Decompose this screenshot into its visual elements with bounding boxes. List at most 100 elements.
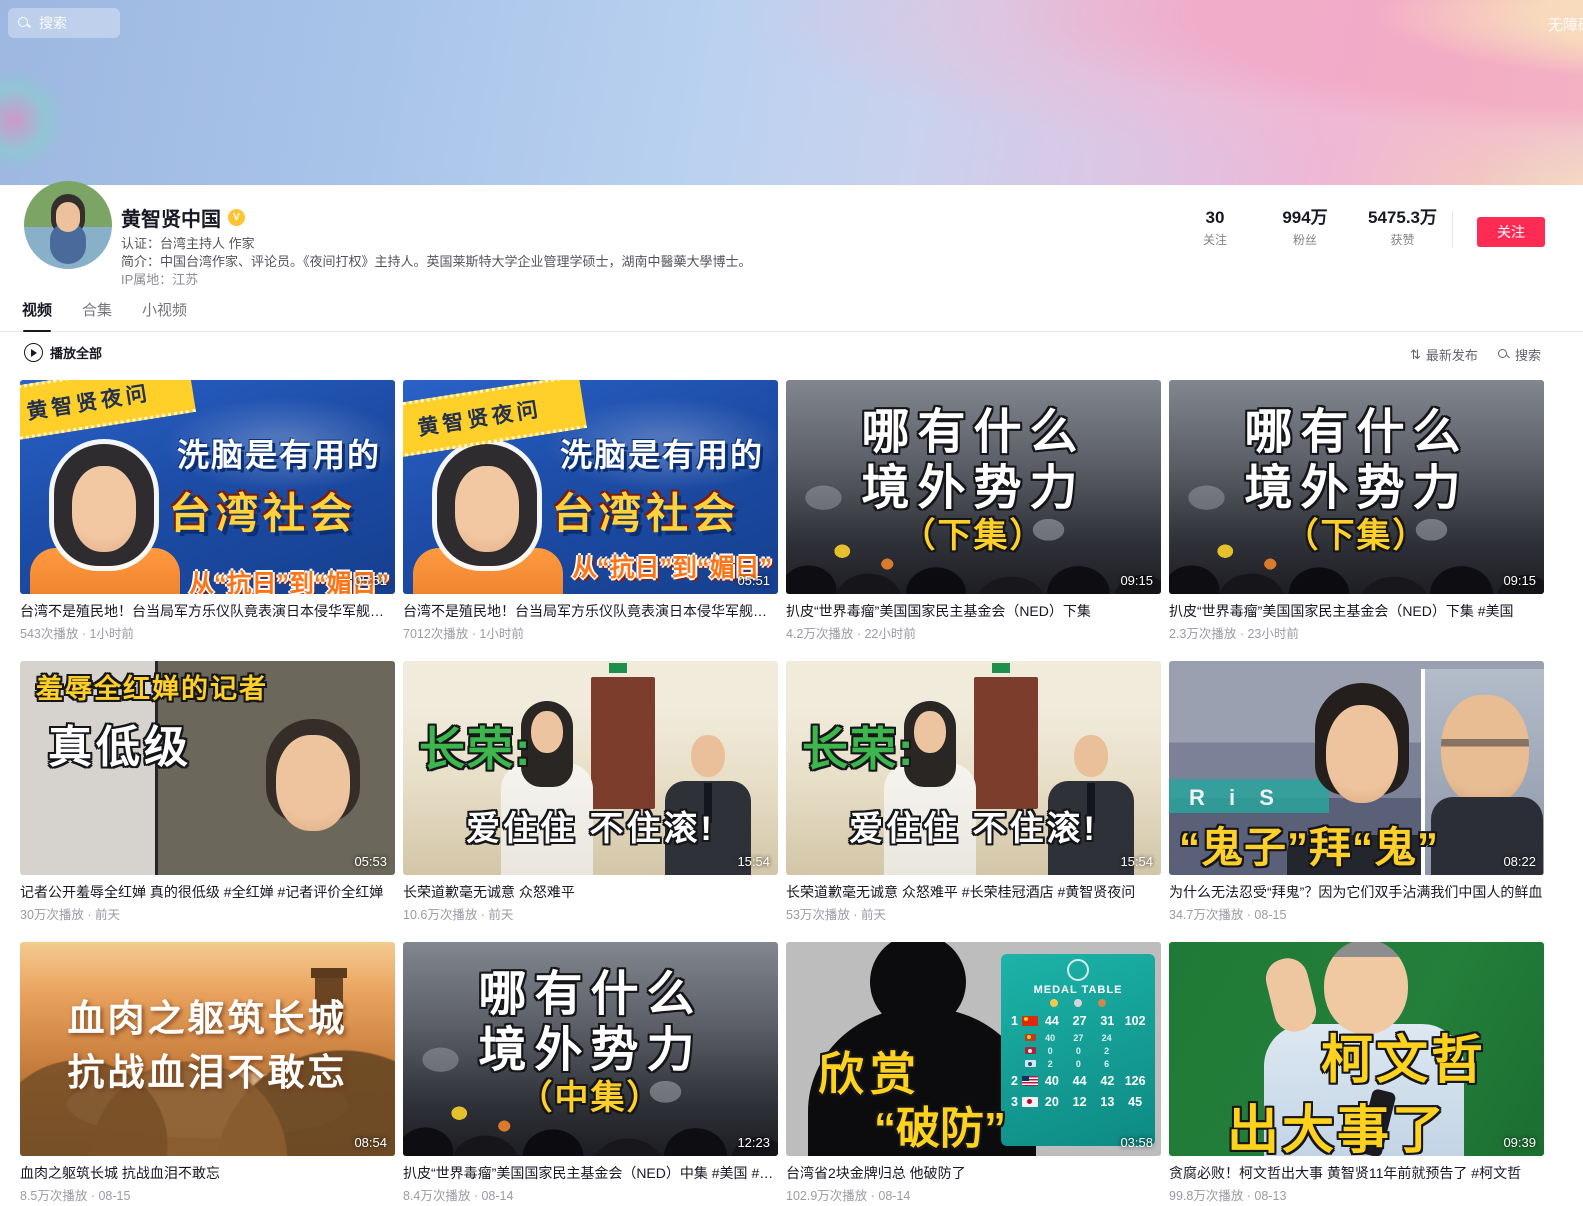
video-card[interactable]: 欣赏“破防”MEDAL TABLE14427311024027240022062… (786, 942, 1161, 1204)
stat-获赞: 5475.3万获赞 (1368, 208, 1437, 248)
video-grid: 黄智贤夜问洗脑是有用的台湾社会从“抗日”到“媚日”05:51台湾不是殖民地！台当… (20, 380, 1544, 1204)
flag-icon-hk (1025, 1047, 1036, 1054)
video-card[interactable]: 羞辱全红婵的记者真低级05:53 记者公开羞辱全红婵 真的很低级 #全红婵 #记者… (20, 661, 395, 923)
medal-count: 40 (1036, 1033, 1064, 1043)
follow-button[interactable]: 关注 (1477, 217, 1545, 247)
video-thumbnail: 羞辱全红婵的记者真低级05:53 (20, 661, 395, 875)
medal-count: 0 (1064, 1059, 1092, 1069)
thumbnail-overlay-text: “鬼子”拜“鬼” (1179, 814, 1439, 875)
thumbnail-overlay-text: 爱住住 不住滚! (786, 801, 1161, 850)
stat-value: 5475.3万 (1368, 208, 1437, 228)
search-input[interactable] (37, 14, 111, 32)
thumbnail-overlay-text: 血肉之躯筑长城 (20, 988, 395, 1042)
certification-text: 认证：台湾主持人 作家 (121, 233, 255, 252)
accessibility-link[interactable]: 无障碍 (1548, 14, 1583, 35)
medal-count: 44 (1038, 1014, 1066, 1028)
video-meta: 99.8万次播放 · 08-13 (1169, 1185, 1544, 1204)
medal-row: 320121345 (1007, 1091, 1149, 1112)
video-meta: 34.7万次播放 · 08-15 (1169, 904, 1544, 923)
thumbnail-overlay-text: R i S (1189, 785, 1283, 811)
medal-count: 12 (1066, 1095, 1094, 1109)
medal-count: 102 (1121, 1014, 1149, 1028)
medal-row: 2404442126 (1007, 1070, 1149, 1091)
video-card[interactable]: 哪有什么境外势力（中集）12:23扒皮“世界毒瘤”美国国家民主基金会（NED）中… (403, 942, 778, 1204)
flag-icon-us (1022, 1076, 1038, 1086)
tab-合集[interactable]: 合集 (82, 299, 112, 332)
top-search-box[interactable] (8, 8, 120, 38)
medal-dot-icon (1050, 999, 1058, 1007)
thumbnail-overlay-text: 台湾社会 (552, 480, 740, 541)
video-card[interactable]: 长荣:爱住住 不住滚!15:54长荣道歉毫无诚意 众怒难平 #长荣桂冠酒店 #黄… (786, 661, 1161, 923)
medal-count: 45 (1121, 1095, 1149, 1109)
video-meta: 2.3万次播放 · 23小时前 (1169, 623, 1544, 642)
video-card[interactable]: 黄智贤夜问洗脑是有用的台湾社会从“抗日”到“媚日”05:51台湾不是殖民地！台当… (403, 380, 778, 642)
duration-badge: 15:54 (737, 854, 770, 869)
medal-count: 0 (1036, 1046, 1064, 1056)
search-icon (1498, 349, 1510, 361)
flag-icon-jp (1022, 1097, 1038, 1107)
medal-icons (1007, 999, 1149, 1007)
video-thumbnail: 哪有什么境外势力（中集）12:23 (403, 942, 778, 1156)
video-card[interactable]: 血肉之躯筑长城抗战血泪不敢忘08:54血肉之躯筑长城 抗战血泪不敢忘8.5万次播… (20, 942, 395, 1204)
ip-location-text: IP属地：江苏 (121, 269, 198, 288)
search-icon (18, 17, 31, 30)
stat-value: 30 (1188, 208, 1242, 228)
thumbnail-overlay-text: “破防” (874, 1092, 1006, 1156)
avatar[interactable] (24, 181, 112, 269)
video-card[interactable]: 哪有什么境外势力（下集）09:15扒皮“世界毒瘤”美国国家民主基金会（NED）下… (786, 380, 1161, 642)
medal-dot-icon (1098, 999, 1106, 1007)
video-card[interactable]: 柯文哲出大事了09:39贪腐必败！柯文哲出大事 黄智贤11年前就预告了 #柯文哲… (1169, 942, 1544, 1204)
medal-rank: 2 (1007, 1074, 1022, 1088)
video-meta: 102.9万次播放 · 08-14 (786, 1185, 1161, 1204)
thumbnail-overlay-text: 洗脑是有用的 (560, 430, 764, 476)
video-title: 扒皮“世界毒瘤”美国国家民主基金会（NED）下集 #美国 (1169, 601, 1544, 621)
video-title: 扒皮“世界毒瘤”美国国家民主基金会（NED）下集 (786, 601, 1161, 621)
tab-小视频[interactable]: 小视频 (142, 299, 187, 332)
stat-关注: 30 关注 (1188, 208, 1242, 248)
stat-粉丝: 994万粉丝 (1278, 208, 1332, 248)
medal-count: 126 (1121, 1074, 1149, 1088)
profile-banner (0, 0, 1583, 185)
duration-badge: 09:39 (1503, 1135, 1536, 1150)
video-card[interactable]: 长荣:爱住住 不住滚!15:54长荣道歉毫无诚意 众怒难平10.6万次播放 · … (403, 661, 778, 923)
video-title: 台湾省2块金牌归总 他破防了 (786, 1163, 1161, 1183)
medal-count: 24 (1093, 1033, 1121, 1043)
video-title: 台湾不是殖民地！台当局军方乐仪队竟表演日本侵华军舰进行曲 (403, 601, 778, 621)
video-title: 血肉之躯筑长城 抗战血泪不敢忘 (20, 1163, 395, 1183)
video-thumbnail: 长荣:爱住住 不住滚!15:54 (786, 661, 1161, 875)
tab-视频[interactable]: 视频 (22, 299, 52, 332)
profile-stats: 30 关注 994万粉丝 5475.3万获赞 (1188, 208, 1437, 248)
medal-table-title: MEDAL TABLE (1007, 984, 1149, 996)
video-card[interactable]: R i S “鬼子”拜“鬼” 08:22 为什么无法忍受“拜鬼”？因为它们双手沾满我们… (1169, 661, 1544, 923)
duration-badge: 08:22 (1503, 854, 1536, 869)
flag-icon-cn (1025, 1034, 1036, 1041)
video-title: 长荣道歉毫无诚意 众怒难平 (403, 882, 778, 902)
duration-badge: 09:15 (1503, 573, 1536, 588)
play-circle-icon (24, 343, 43, 362)
video-card[interactable]: 哪有什么境外势力（下集）09:15扒皮“世界毒瘤”美国国家民主基金会（NED）下… (1169, 380, 1544, 642)
s-rep-face-graphic (258, 719, 368, 875)
duration-badge: 05:51 (354, 573, 387, 588)
duration-badge: 15:54 (1120, 854, 1153, 869)
medal-count: 27 (1066, 1014, 1094, 1028)
duration-badge: 08:54 (354, 1135, 387, 1150)
flag-icon-cn (1022, 1016, 1038, 1026)
bio-text: 简介：中国台湾作家、评论员。《夜间打权》主持人。英国莱斯特大学企业管理学硕士，湖… (121, 251, 752, 270)
video-title: 记者公开羞辱全红婵 真的很低级 #全红婵 #记者评价全红婵 (20, 882, 395, 902)
medal-count: 27 (1064, 1033, 1092, 1043)
thumbnail-overlay-text: 台湾社会 (169, 480, 357, 541)
s-ev-door-graphic (591, 677, 655, 809)
video-thumbnail: 血肉之躯筑长城抗战血泪不敢忘08:54 (20, 942, 395, 1156)
video-meta: 4.2万次播放 · 22小时前 (786, 623, 1161, 642)
video-title: 为什么无法忍受“拜鬼”？因为它们双手沾满我们中国人的鲜血 (1169, 882, 1544, 902)
video-card[interactable]: 黄智贤夜问洗脑是有用的台湾社会从“抗日”到“媚日”05:51台湾不是殖民地！台当… (20, 380, 395, 642)
stat-label: 关注 (1188, 231, 1242, 248)
thumbnail-overlay-text: 爱住住 不住滚! (403, 801, 778, 850)
video-search-button[interactable]: 搜索 (1498, 345, 1541, 364)
medal-count: 13 (1094, 1095, 1122, 1109)
sort-button[interactable]: 最新发布 (1410, 345, 1478, 364)
duration-badge: 12:23 (737, 1135, 770, 1150)
stat-label: 粉丝 (1278, 231, 1332, 248)
video-meta: 30万次播放 · 前天 (20, 904, 395, 923)
play-all-button[interactable]: 播放全部 (24, 343, 102, 362)
